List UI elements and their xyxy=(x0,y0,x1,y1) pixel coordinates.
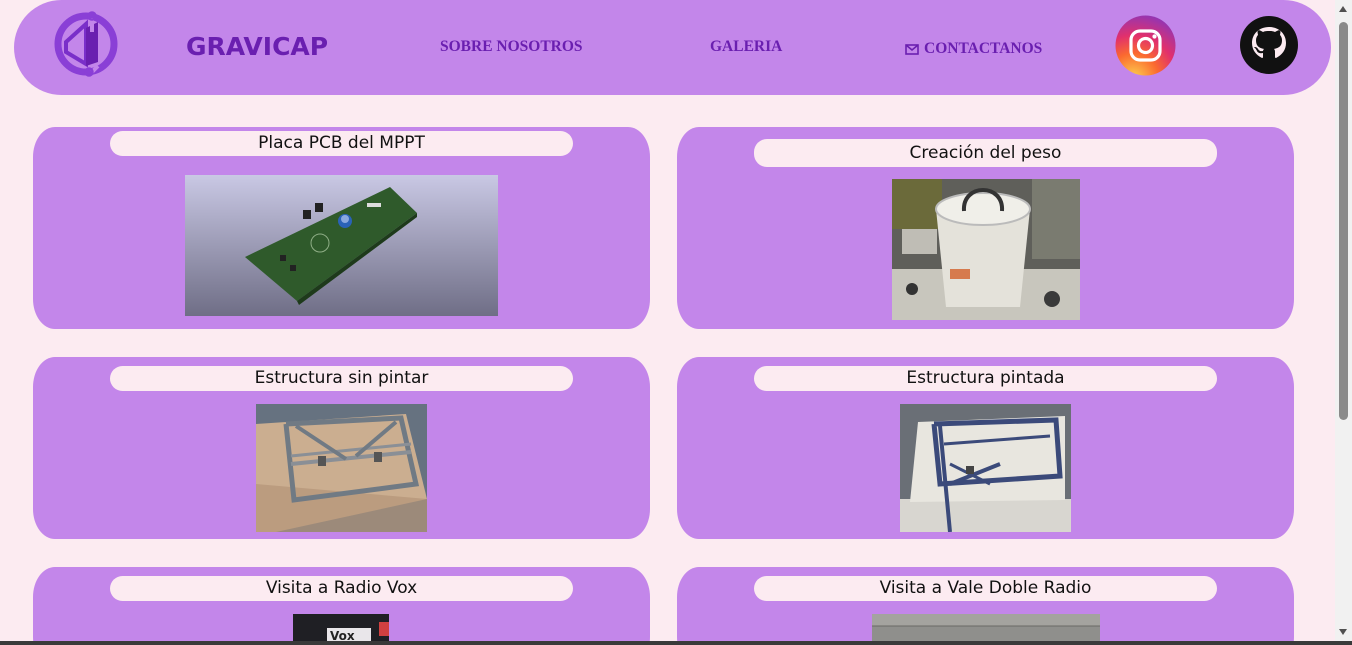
pcb-photo xyxy=(185,175,498,316)
gallery-card-title: Visita a Vale Doble Radio xyxy=(754,576,1217,601)
gallery-card-structure-painted: Estructura pintada xyxy=(677,357,1294,539)
gallery-card-structure-unpainted: Estructura sin pintar xyxy=(33,357,650,539)
weight-photo xyxy=(892,179,1080,320)
gallery-card-vale-doble: Visita a Vale Doble Radio xyxy=(677,567,1294,645)
github-icon[interactable] xyxy=(1239,15,1299,75)
nav-contact-label: CONTACTANOS xyxy=(924,40,1043,57)
instagram-icon[interactable] xyxy=(1115,15,1176,76)
structure-painted-photo xyxy=(900,404,1071,532)
site-header: GRAVICAP SOBRE NOSOTROS GALERIA CONTACTA… xyxy=(14,0,1331,95)
gallery-card-radio-vox: Visita a Radio Vox Vox xyxy=(33,567,650,645)
gallery-card-title: Estructura pintada xyxy=(754,366,1217,391)
brand-title[interactable]: GRAVICAP xyxy=(186,32,328,61)
bottom-edge xyxy=(0,641,1352,645)
logo-icon[interactable] xyxy=(52,8,118,80)
gallery-card-title: Placa PCB del MPPT xyxy=(110,131,573,156)
mail-icon xyxy=(905,43,919,55)
scroll-down-icon[interactable] xyxy=(1339,629,1347,635)
nav-link-contact[interactable]: CONTACTANOS xyxy=(905,40,1042,58)
gallery-card-title: Visita a Radio Vox xyxy=(110,576,573,601)
gallery-card-weight: Creación del peso xyxy=(677,127,1294,329)
scroll-thumb[interactable] xyxy=(1339,22,1348,420)
vertical-scrollbar[interactable] xyxy=(1335,0,1352,641)
scroll-up-icon[interactable] xyxy=(1339,6,1347,12)
nav-link-gallery[interactable]: GALERIA xyxy=(710,38,782,56)
gallery-card-pcb: Placa PCB del MPPT xyxy=(33,127,650,329)
structure-unpainted-photo xyxy=(256,404,427,532)
nav-link-about[interactable]: SOBRE NOSOTROS xyxy=(440,38,583,56)
gallery-card-title: Creación del peso xyxy=(754,139,1217,167)
gallery-card-title: Estructura sin pintar xyxy=(110,366,573,391)
